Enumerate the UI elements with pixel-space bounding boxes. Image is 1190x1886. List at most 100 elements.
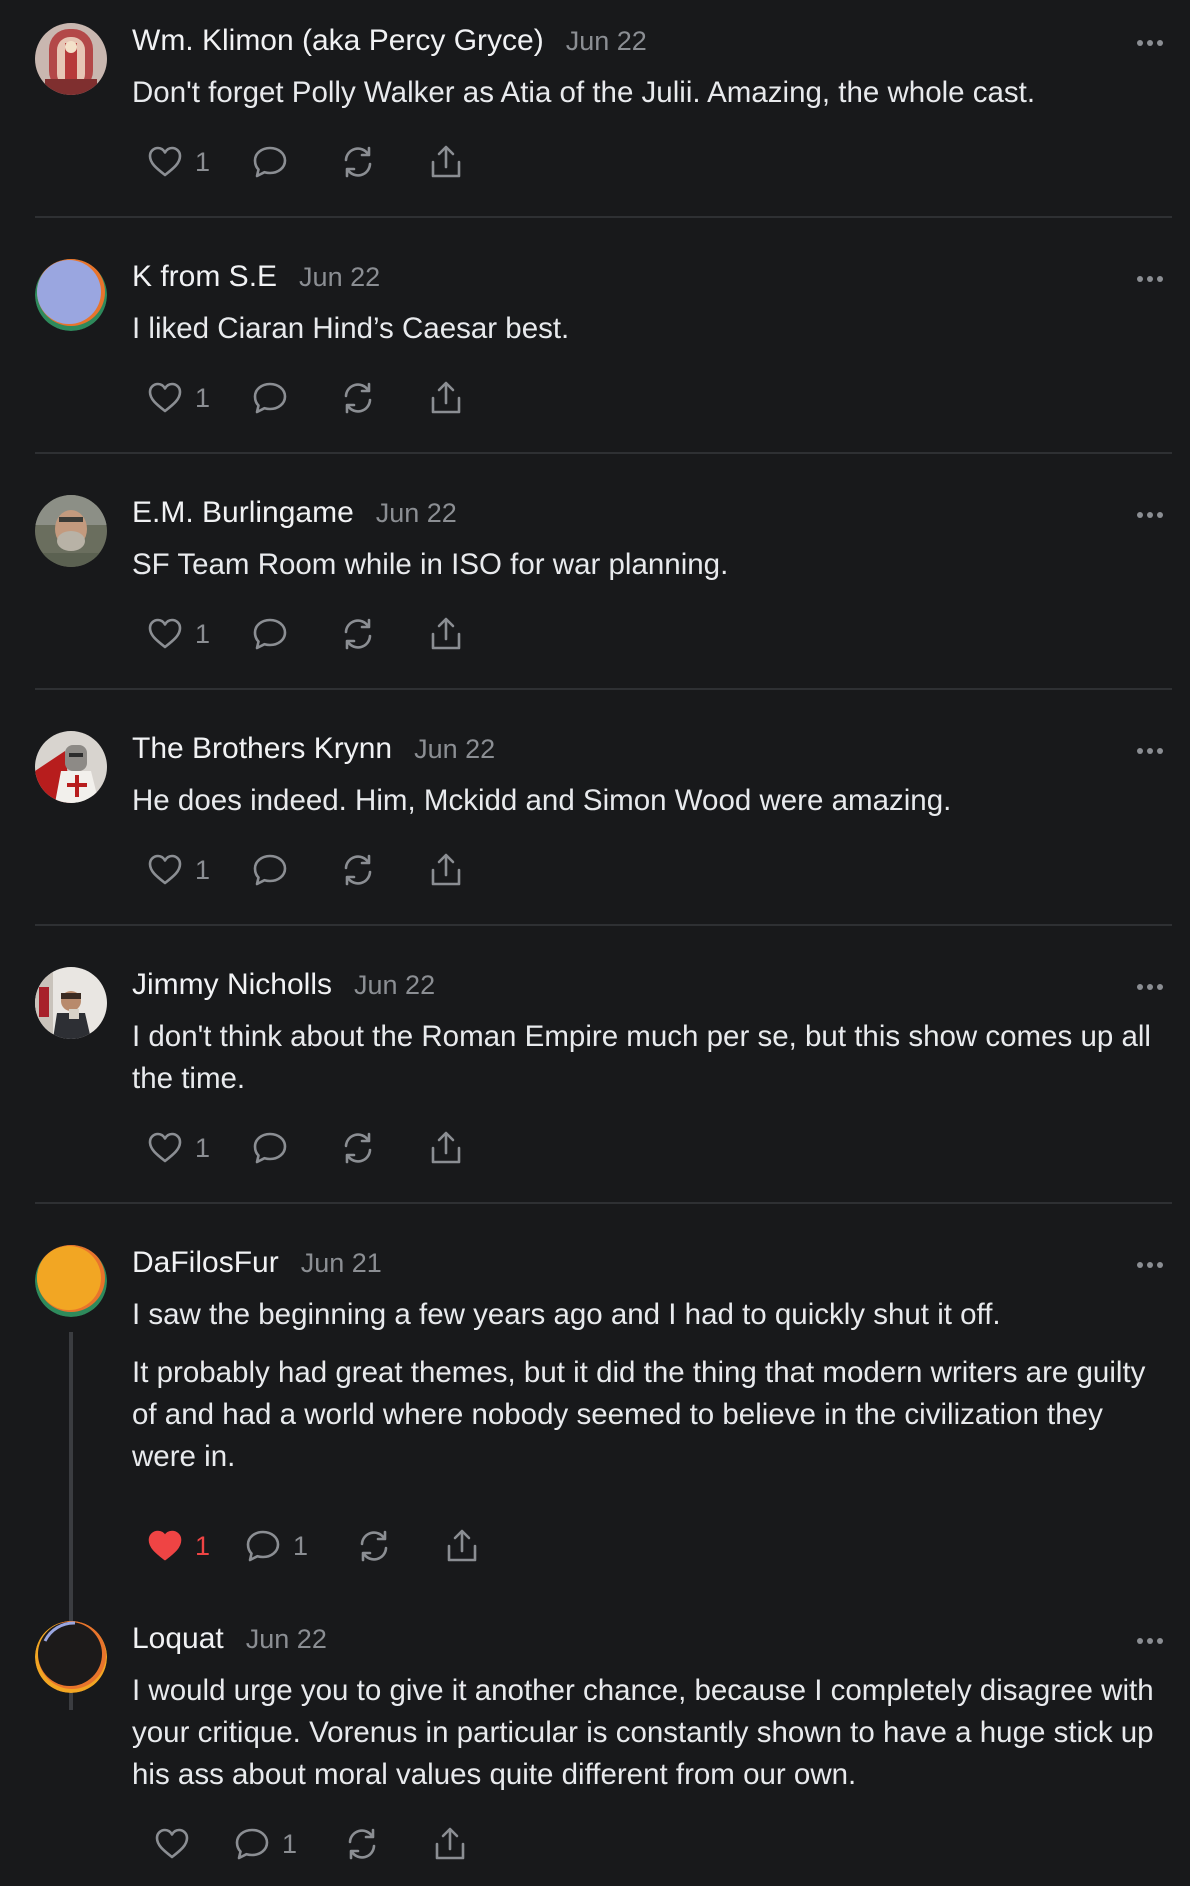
avatar[interactable] — [35, 1245, 107, 1317]
comment-date[interactable]: Jun 21 — [301, 1248, 382, 1279]
author-name[interactable]: Loquat — [132, 1622, 224, 1656]
avatar[interactable] — [35, 495, 107, 567]
heart-icon — [148, 382, 182, 413]
like-button[interactable]: 1 — [145, 848, 210, 892]
comment-date[interactable]: Jun 22 — [246, 1624, 327, 1655]
reply-button[interactable] — [250, 140, 290, 184]
share-icon — [447, 1529, 477, 1562]
share-icon — [431, 853, 461, 886]
comment-text: I saw the beginning a few years ago and … — [132, 1298, 1001, 1331]
restack-icon — [344, 1132, 372, 1164]
more-options-icon[interactable] — [1136, 511, 1164, 519]
avatar[interactable] — [35, 967, 107, 1039]
comment-body: I would urge you to give it another chan… — [132, 1670, 1172, 1812]
reply-button[interactable] — [250, 376, 290, 420]
author-name[interactable]: Jimmy Nicholls — [132, 968, 332, 1002]
comment-bubble-icon — [253, 146, 287, 178]
comment-text: Don't forget Polly Walker as Atia of the… — [132, 76, 1036, 109]
author-name[interactable]: The Brothers Krynn — [132, 732, 392, 766]
comment-header: K from S.E Jun 22 — [132, 260, 380, 300]
share-button[interactable] — [426, 376, 466, 420]
author-name[interactable]: Wm. Klimon (aka Percy Gryce) — [132, 24, 544, 58]
like-count: 1 — [195, 1132, 211, 1163]
heart-filled-icon — [148, 1530, 182, 1561]
share-icon — [431, 145, 461, 178]
heart-icon — [148, 1132, 182, 1163]
more-options-icon[interactable] — [1136, 275, 1164, 283]
more-options-icon[interactable] — [1136, 39, 1164, 47]
share-icon — [435, 1827, 465, 1860]
like-count: 1 — [195, 146, 211, 177]
avatar[interactable] — [35, 23, 107, 95]
restack-icon — [360, 1530, 388, 1562]
default-black-avatar-icon — [35, 1621, 107, 1693]
like-button[interactable]: 1 — [145, 1524, 210, 1568]
comment-bubble-icon — [253, 382, 287, 414]
restack-icon — [344, 854, 372, 886]
share-button[interactable] — [426, 1126, 466, 1170]
author-name[interactable]: K from S.E — [132, 260, 277, 294]
reply-button[interactable] — [250, 848, 290, 892]
comment-body: I liked Ciaran Hind’s Caesar best. — [132, 308, 1172, 366]
restack-icon — [344, 618, 372, 650]
comment-text: I liked Ciaran Hind’s Caesar best. — [132, 312, 570, 345]
more-options-icon[interactable] — [1136, 983, 1164, 991]
like-count: 1 — [195, 1530, 211, 1561]
like-button[interactable]: 1 — [145, 376, 210, 420]
reply-button[interactable] — [250, 612, 290, 656]
comment-date[interactable]: Jun 22 — [414, 734, 495, 765]
author-name[interactable]: E.M. Burlingame — [132, 496, 354, 530]
comment-date[interactable]: Jun 22 — [354, 970, 435, 1001]
divider — [35, 688, 1172, 690]
comment-text: He does indeed. Him, Mckidd and Simon Wo… — [132, 784, 952, 817]
comment-date[interactable]: Jun 22 — [376, 498, 457, 529]
comment-date[interactable]: Jun 22 — [299, 262, 380, 293]
restack-button[interactable] — [342, 1822, 382, 1866]
comment-header: The Brothers Krynn Jun 22 — [132, 732, 495, 772]
more-options-icon[interactable] — [1136, 747, 1164, 755]
restack-button[interactable] — [354, 1524, 394, 1568]
restack-button[interactable] — [338, 1126, 378, 1170]
restack-button[interactable] — [338, 848, 378, 892]
heart-icon — [148, 854, 182, 885]
like-button[interactable]: 1 — [145, 1126, 210, 1170]
restack-icon — [348, 1828, 376, 1860]
comment-header: Jimmy Nicholls Jun 22 — [132, 968, 435, 1008]
share-button[interactable] — [430, 1822, 470, 1866]
divider — [35, 452, 1172, 454]
share-icon — [431, 1131, 461, 1164]
comment-text: It probably had great themes, but it did… — [132, 1356, 1146, 1473]
comment-date[interactable]: Jun 22 — [566, 26, 647, 57]
comment-text: I don't think about the Roman Empire muc… — [132, 1020, 1151, 1095]
reply-button[interactable] — [250, 1126, 290, 1170]
more-options-icon[interactable] — [1136, 1637, 1164, 1645]
share-button[interactable] — [426, 848, 466, 892]
share-button[interactable] — [442, 1524, 482, 1568]
author-name[interactable]: DaFilosFur — [132, 1246, 279, 1280]
comment-bubble-icon — [235, 1828, 269, 1860]
like-button[interactable] — [152, 1822, 192, 1866]
avatar[interactable] — [35, 259, 107, 331]
share-button[interactable] — [426, 140, 466, 184]
restack-button[interactable] — [338, 376, 378, 420]
reply-button[interactable]: 1 — [232, 1822, 297, 1866]
share-button[interactable] — [426, 612, 466, 656]
comment-bubble-icon — [253, 854, 287, 886]
divider — [35, 216, 1172, 218]
restack-icon — [344, 382, 372, 414]
comment-header: Wm. Klimon (aka Percy Gryce) Jun 22 — [132, 24, 647, 64]
restack-button[interactable] — [338, 612, 378, 656]
man-with-mug-avatar-icon — [35, 967, 107, 1039]
avatar[interactable] — [35, 1621, 107, 1693]
reply-button[interactable]: 1 — [243, 1524, 308, 1568]
comment-text: I would urge you to give it another chan… — [132, 1674, 1154, 1791]
like-count: 1 — [195, 382, 211, 413]
comment-body: I saw the beginning a few years ago and … — [132, 1294, 1172, 1494]
like-button[interactable]: 1 — [145, 612, 210, 656]
restack-button[interactable] — [338, 140, 378, 184]
heart-icon — [148, 618, 182, 649]
knight-avatar-icon — [35, 731, 107, 803]
like-button[interactable]: 1 — [145, 140, 210, 184]
avatar[interactable] — [35, 731, 107, 803]
more-options-icon[interactable] — [1136, 1261, 1164, 1269]
